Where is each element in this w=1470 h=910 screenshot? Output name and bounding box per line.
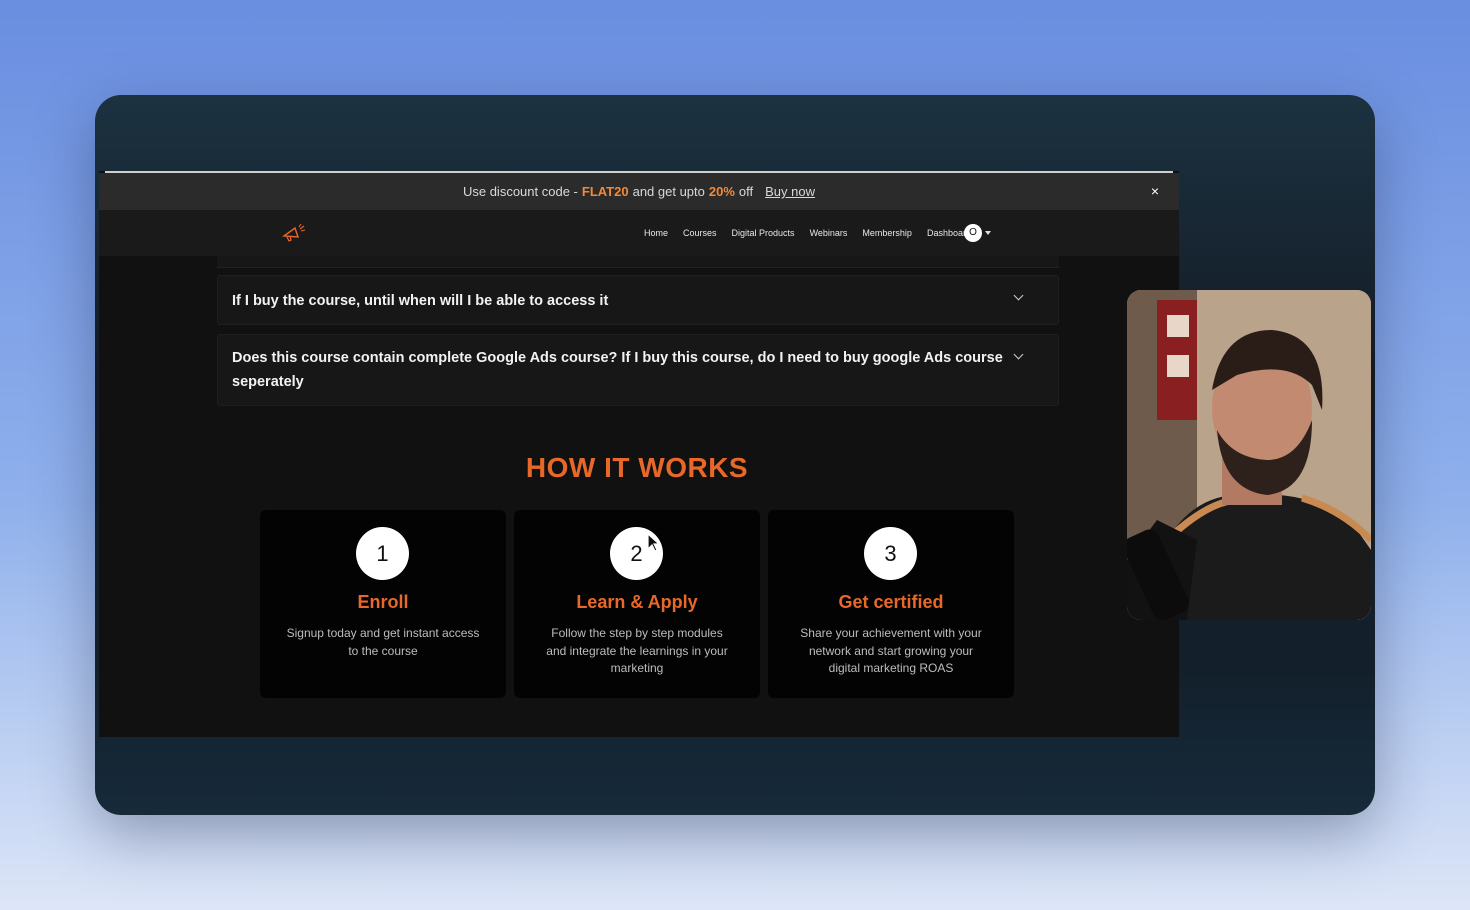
step-title: Get certified [838,592,944,612]
megaphone-icon[interactable] [281,222,307,244]
promo-middle: and get upto [632,184,705,199]
promo-banner: Use discount code - FLAT20 and get upto … [99,173,1179,210]
buy-now-link[interactable]: Buy now [765,184,815,199]
nav-digital-products[interactable]: Digital Products [732,228,795,238]
avatar[interactable]: O [964,224,982,242]
section-title: HOW IT WORKS [525,452,749,483]
promo-code: FLAT20 [581,184,629,199]
close-icon[interactable]: × [1147,183,1163,199]
promo-suffix: off [738,184,754,199]
nav-membership[interactable]: Membership [862,228,912,238]
step-card: 2 Learn & Apply Follow the step by step … [514,510,760,698]
site-navbar: Home Courses Digital Products Webinars M… [99,210,1179,256]
nav-courses[interactable]: Courses [683,228,717,238]
webcam-overlay [1127,290,1371,620]
promo-percent: 20% [708,184,735,199]
promo-prefix: Use discount code - [462,184,578,199]
mouse-cursor-icon [647,533,661,552]
step-number: 1 [356,527,409,580]
nav-home[interactable]: Home [644,228,668,238]
faq-item[interactable]: If I buy the course, until when will I b… [217,275,1059,325]
step-description: Share your achievement with your network… [800,626,982,675]
faq-question: If I buy the course, until when will I b… [232,293,609,309]
chevron-down-icon[interactable] [985,231,991,235]
nav-webinars[interactable]: Webinars [810,228,848,238]
step-description: Signup today and get instant access to t… [286,626,480,658]
main-menu: Home Courses Digital Products Webinars M… [644,210,971,256]
faq-item-partial [217,256,1059,268]
step-number: 3 [864,527,917,580]
step-card: 1 Enroll Signup today and get instant ac… [260,510,506,698]
presentation-frame: Use discount code - FLAT20 and get upto … [95,95,1375,815]
faq-item[interactable]: Does this course contain complete Google… [217,334,1059,406]
step-card: 3 Get certified Share your achievement w… [768,510,1014,698]
step-description: Follow the step by step modules and inte… [546,626,728,675]
step-title: Learn & Apply [576,592,698,612]
presenter-video-icon [1127,290,1371,620]
step-title: Enroll [357,592,409,612]
faq-question: Does this course contain complete Google… [232,350,1003,390]
website-viewport: Use discount code - FLAT20 and get upto … [99,171,1179,737]
